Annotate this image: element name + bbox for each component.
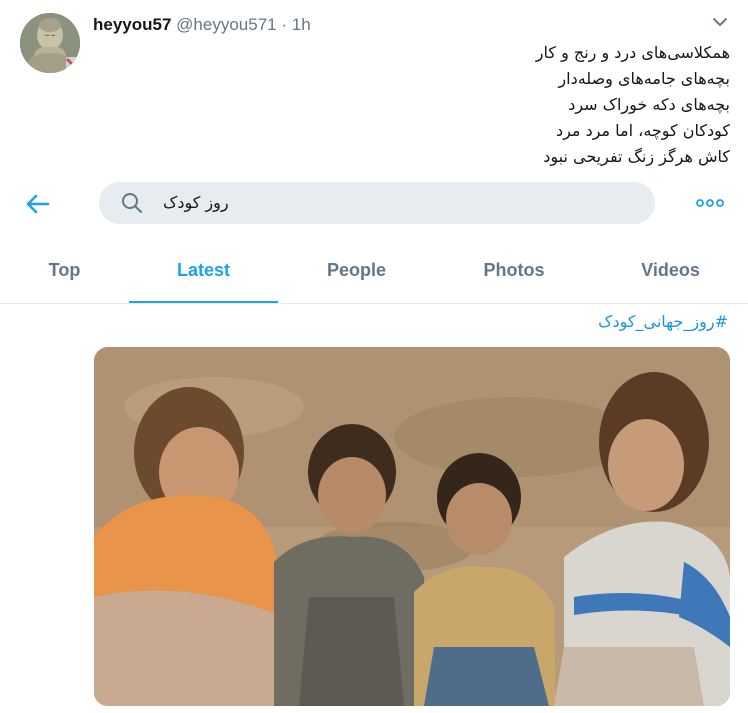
separator-dot: ·	[281, 15, 288, 34]
user-handle[interactable]: @heyyou571	[176, 15, 276, 34]
tab-top[interactable]: Top	[0, 233, 129, 303]
search-input[interactable]: روز کودک	[99, 182, 655, 224]
back-arrow-icon[interactable]	[24, 192, 52, 216]
hashtag-link[interactable]: #روز_جهانی_کودک	[598, 312, 728, 331]
buddha-statue-avatar-image	[20, 13, 80, 73]
tab-photos[interactable]: Photos	[435, 233, 593, 303]
active-tab-indicator	[129, 301, 278, 303]
tweet-time[interactable]: 1h	[292, 15, 311, 34]
tweet-line: کودکان کوچه، اما مرد مرد	[555, 121, 730, 140]
search-header: روز کودک	[0, 175, 748, 233]
tweet-line: بچه‌های جامه‌های وصله‌دار	[558, 69, 730, 88]
tweet-photo[interactable]	[94, 347, 730, 706]
tweet[interactable]: heyyou57 @heyyou571 · 1h همکلاسی‌های درد…	[0, 0, 748, 180]
search-icon	[121, 192, 143, 214]
avatar[interactable]	[20, 13, 80, 73]
tab-people[interactable]: People	[278, 233, 435, 303]
tweet-line: بچه‌های دکه خوراک سرد	[568, 95, 730, 114]
tweet-text: همکلاسی‌های درد و رنج و کار بچه‌های جامه…	[330, 40, 730, 180]
tab-latest[interactable]: Latest	[129, 233, 278, 303]
more-options-icon[interactable]	[696, 195, 724, 207]
tweet-header: heyyou57 @heyyou571 · 1h	[93, 15, 311, 35]
tweet-line: همکلاسی‌های درد و رنج و کار	[535, 43, 730, 62]
tab-videos[interactable]: Videos	[593, 233, 748, 303]
search-query[interactable]: روز کودک	[163, 182, 229, 224]
display-name[interactable]: heyyou57	[93, 15, 171, 34]
children-photo-image	[94, 347, 730, 706]
tweet-line: کاش هرگز زنگ تفریحی نبود	[543, 147, 730, 166]
search-tabs: Top Latest People Photos Videos	[0, 233, 748, 304]
chevron-down-icon[interactable]	[709, 13, 731, 31]
